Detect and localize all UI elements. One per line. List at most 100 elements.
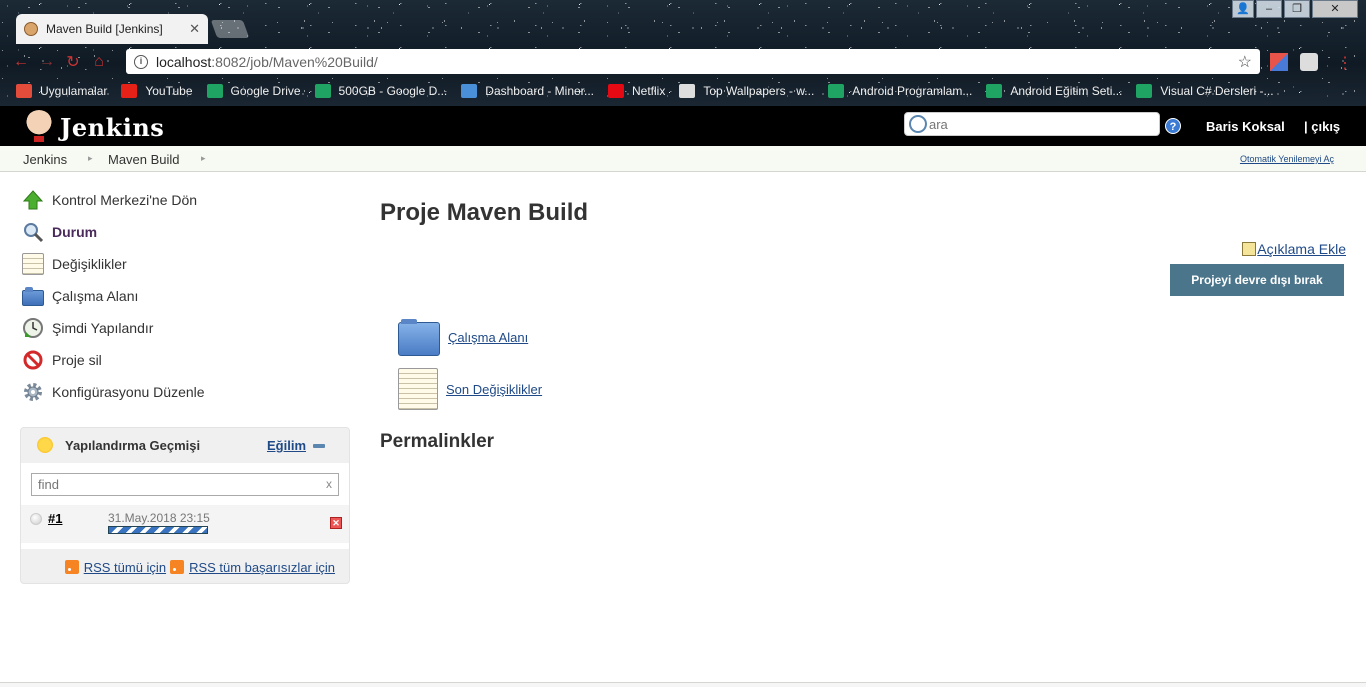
search-input[interactable] [929, 116, 1149, 132]
breadcrumb-separator-icon[interactable]: ▸ [201, 153, 206, 164]
folder-icon [398, 319, 440, 356]
task-label: Kontrol Merkezi'ne Dön [52, 192, 198, 208]
breadcrumb-jenkins[interactable]: Jenkins [23, 152, 67, 167]
menu-icon[interactable]: ⋮ [1336, 53, 1354, 72]
recent-changes-link[interactable]: Son Değişiklikler [446, 382, 542, 397]
address-bar[interactable]: i localhost :8082/job/Maven%20Build/ ☆ [126, 49, 1260, 74]
permalinks-heading: Permalinkler [380, 431, 495, 452]
bookmark-item[interactable]: Uygulamalar [16, 84, 107, 98]
breadcrumb-separator-icon[interactable]: ▸ [88, 153, 93, 164]
close-window-button[interactable]: ✕ [1312, 0, 1358, 18]
maximize-button[interactable]: ❐ [1284, 0, 1310, 18]
no-entry-icon [22, 349, 44, 371]
main-link-recent-changes[interactable]: Son Değişiklikler [398, 368, 542, 410]
trend-link[interactable]: Eğilim [267, 438, 306, 453]
url-path: :8082/job/Maven%20Build/ [211, 53, 378, 70]
bookmark-label: Google Drive [230, 84, 301, 98]
task-label: Değişiklikler [52, 256, 127, 272]
rss-failed[interactable]: RSS tüm başarısızlar için [170, 560, 335, 575]
bookmark-icon [828, 84, 845, 98]
bookmark-item[interactable]: Android Eğitim Seti... [986, 84, 1122, 98]
search-box[interactable] [904, 112, 1160, 136]
bookmark-label: Visual C# Dersleri -... [1160, 84, 1274, 98]
disable-project-button[interactable]: Projeyi devre dışı bırak [1170, 264, 1344, 296]
page-footer [0, 682, 1366, 687]
task-configure[interactable]: Konfigürasyonu Düzenle [22, 380, 205, 404]
bookmark-label: Netflix [632, 84, 666, 98]
task-changes[interactable]: Değişiklikler [22, 252, 127, 276]
new-tab-button[interactable] [210, 20, 250, 38]
bookmark-item[interactable]: 500GB - Google D... [314, 84, 448, 98]
reload-icon[interactable]: ↻ [60, 52, 86, 72]
bookmark-icon [679, 84, 696, 98]
bookmark-item[interactable]: Visual C# Dersleri -... [1136, 84, 1274, 98]
profile-icon[interactable]: 👤 [1232, 0, 1254, 18]
collapse-icon[interactable] [313, 444, 325, 448]
task-label: Konfigürasyonu Düzenle [52, 384, 205, 400]
bookmark-item[interactable]: Google Drive [206, 84, 301, 98]
back-icon[interactable]: ← [8, 53, 34, 71]
bookmark-icon [121, 84, 138, 98]
bookmark-label: Uygulamalar [40, 84, 108, 98]
notepad-icon [398, 368, 438, 410]
bookmark-item[interactable]: YouTube [121, 84, 193, 98]
bookmark-icon [986, 84, 1003, 98]
browser-tab[interactable]: Maven Build [Jenkins] ✕ [16, 14, 208, 44]
main-link-workspace[interactable]: Çalışma Alanı [398, 318, 528, 356]
task-back-to-dashboard[interactable]: Kontrol Merkezi'ne Dön [22, 188, 197, 212]
bookmark-label: Dashboard - Miner... [485, 84, 594, 98]
minimize-button[interactable]: – [1256, 0, 1282, 18]
build-date: 31.May.2018 23:15 [108, 511, 210, 525]
task-workspace[interactable]: Çalışma Alanı [22, 284, 138, 308]
forward-icon[interactable]: → [34, 53, 60, 71]
bookmark-item[interactable]: Top Wallpapers - w... [679, 84, 814, 98]
home-icon[interactable]: ⌂ [86, 53, 112, 71]
task-delete-project[interactable]: Proje sil [22, 348, 102, 372]
extension-icon[interactable] [1270, 53, 1288, 71]
breadcrumb: Jenkins ▸ Maven Build ▸ Otomatik Yenilem… [0, 146, 1366, 172]
logo-text: Jenkins [60, 112, 165, 142]
bookmark-label: Top Wallpapers - w... [703, 84, 815, 98]
page-title: Proje Maven Build [380, 199, 589, 226]
find-input[interactable] [38, 477, 318, 492]
build-progress-bar[interactable] [108, 526, 208, 534]
rss-all[interactable]: RSS tümü için [64, 560, 166, 575]
rss-icon [170, 560, 185, 574]
rss-failed-link[interactable]: RSS tüm başarısızlar için [189, 560, 335, 575]
add-description-link[interactable]: Açıklama Ekle [1257, 241, 1346, 257]
bookmark-item[interactable]: Android Programlam... [828, 84, 972, 98]
task-label: Proje sil [52, 352, 102, 368]
bookmark-item[interactable]: Netflix [608, 84, 665, 98]
rss-icon [64, 560, 79, 574]
edit-note-icon [1242, 242, 1257, 256]
help-icon[interactable]: ? [1165, 118, 1181, 134]
clock-icon [22, 317, 44, 339]
info-icon[interactable]: i [134, 54, 148, 69]
jenkins-logo[interactable]: Jenkins [24, 110, 164, 144]
auto-refresh-link[interactable]: Otomatik Yenilemeyi Aç [1240, 154, 1334, 164]
clear-filter-icon[interactable]: x [326, 477, 332, 491]
task-label: Durum [52, 224, 98, 240]
up-arrow-icon [22, 189, 44, 211]
logout-link[interactable]: | çıkış [1304, 119, 1340, 134]
task-status[interactable]: Durum [22, 220, 97, 244]
build-status-ball-icon [30, 513, 42, 525]
close-tab-icon[interactable]: ✕ [189, 21, 200, 37]
bookmark-label: 500GB - Google D... [338, 84, 448, 98]
bookmark-star-icon[interactable]: ☆ [1238, 52, 1252, 72]
breadcrumb-maven-build[interactable]: Maven Build [108, 152, 180, 167]
folder-icon [22, 287, 44, 306]
cancel-build-icon[interactable]: ✕ [330, 517, 342, 529]
bookmark-item[interactable]: Dashboard - Miner... [461, 84, 594, 98]
bookmark-label: Android Eğitim Seti... [1010, 84, 1123, 98]
user-link[interactable]: Baris Koksal [1206, 119, 1285, 134]
rss-all-link[interactable]: RSS tümü için [84, 560, 166, 575]
build-number-link[interactable]: #1 [48, 511, 62, 526]
url-host: localhost [156, 53, 212, 70]
workspace-link[interactable]: Çalışma Alanı [448, 330, 528, 345]
task-build-now[interactable]: Şimdi Yapılandır [22, 316, 153, 340]
build-filter[interactable]: x [31, 473, 339, 496]
add-description[interactable]: Açıklama Ekle [1242, 241, 1346, 257]
dice-extension-icon[interactable] [1300, 53, 1318, 71]
bookmarks-bar: Uygulamalar YouTube Google Drive 500GB - Go… [0, 79, 1366, 103]
